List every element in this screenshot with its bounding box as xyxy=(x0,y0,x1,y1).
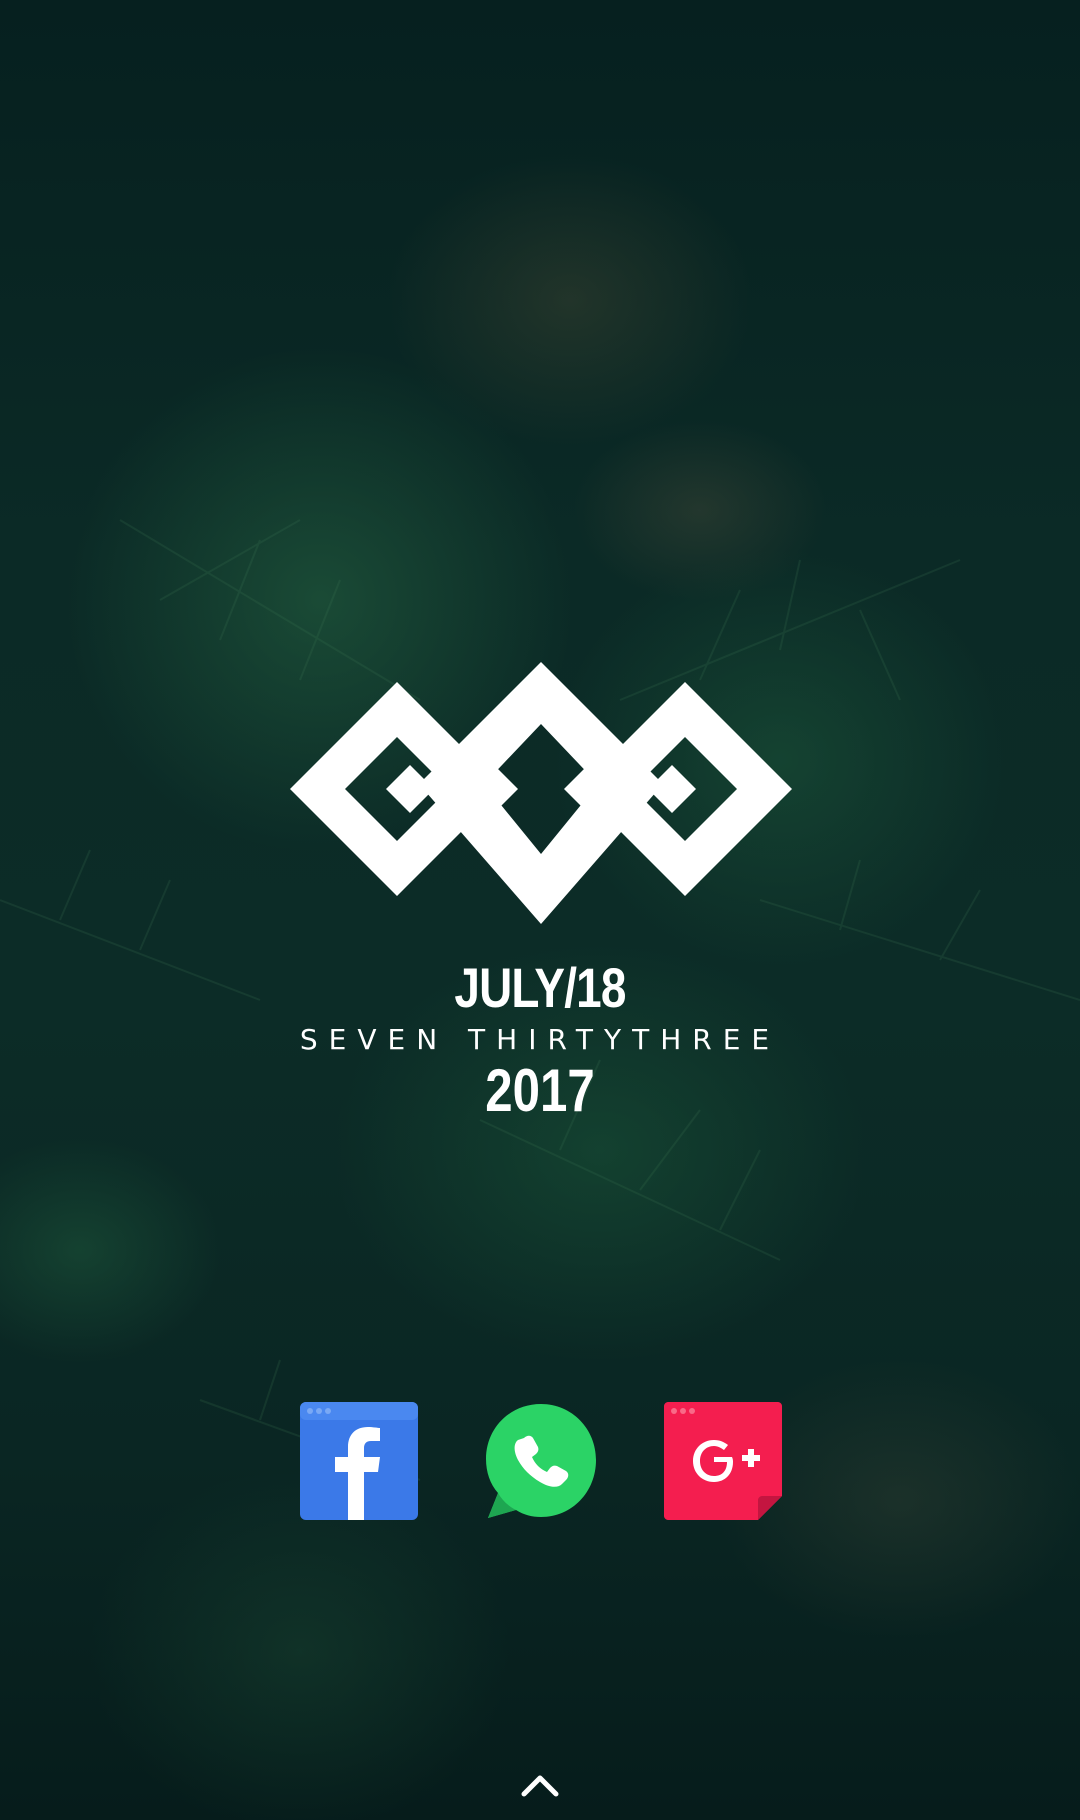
app-dock xyxy=(0,1400,1080,1524)
whatsapp-app[interactable] xyxy=(480,1400,602,1522)
google-plus-icon xyxy=(664,1402,782,1520)
chevron-up-icon[interactable] xyxy=(520,1772,560,1798)
diamond-pattern-logo xyxy=(290,662,792,924)
facebook-app[interactable] xyxy=(298,1400,420,1522)
date-text: JULY/18 xyxy=(454,956,626,1019)
time-text: SEVEN THIRTYTHREE xyxy=(299,1023,781,1056)
facebook-icon xyxy=(300,1402,418,1520)
google-plus-app[interactable] xyxy=(662,1400,784,1522)
year-text: 2017 xyxy=(485,1057,595,1124)
whatsapp-icon xyxy=(486,1404,596,1518)
